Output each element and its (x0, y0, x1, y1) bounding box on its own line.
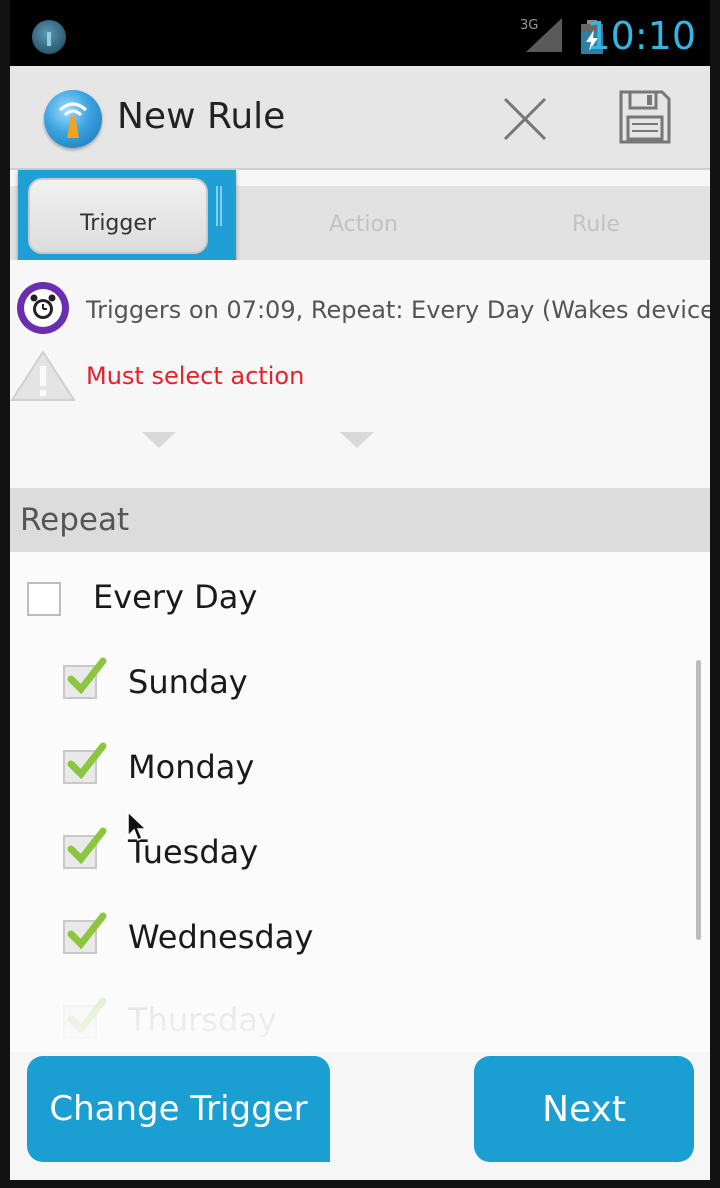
checkmark-icon (67, 742, 107, 780)
checkmark-icon (67, 997, 107, 1035)
wednesday-checkbox[interactable] (63, 912, 107, 954)
chevron-down-icon (340, 432, 374, 448)
cell-signal-icon: 3G (520, 18, 562, 52)
next-button[interactable]: Next (474, 1056, 694, 1162)
device-frame: 3G 10:10 New Rule Trigger Action Rule Tr… (0, 0, 720, 1188)
action-bar: New Rule (10, 66, 710, 170)
trigger-summary-text: Triggers on 07:09, Repeat: Every Day (Wa… (86, 296, 710, 324)
app-notification-icon (32, 20, 66, 54)
tab-rule[interactable]: Rule (572, 212, 620, 237)
list-item-thursday[interactable]: Thursday (10, 981, 700, 1061)
checkmark-icon (67, 912, 107, 950)
broadcast-tower-icon[interactable] (44, 90, 102, 148)
change-trigger-button[interactable]: Change Trigger (27, 1056, 330, 1162)
warning-text: Must select action (86, 362, 305, 390)
every-day-checkbox[interactable] (27, 582, 61, 616)
repeat-section-header: Repeat (10, 488, 710, 552)
page-title: New Rule (117, 96, 286, 137)
close-icon (503, 97, 547, 141)
list-item-monday[interactable]: Monday (10, 726, 700, 806)
app-screen: New Rule Trigger Action Rule Triggers on… (10, 66, 710, 1180)
monday-checkbox[interactable] (63, 742, 107, 784)
wednesday-label: Wednesday (128, 918, 314, 956)
scrollbar[interactable] (696, 660, 701, 940)
list-item-sunday[interactable]: Sunday (10, 641, 700, 721)
tuesday-checkbox[interactable] (63, 827, 107, 869)
checkmark-icon (67, 657, 107, 695)
list-item-every-day[interactable]: Every Day (10, 556, 700, 636)
floppy-disk-icon (619, 90, 671, 144)
svg-text:3G: 3G (520, 18, 538, 33)
section-title: Repeat (20, 502, 130, 538)
tab-trigger[interactable]: Trigger (28, 178, 208, 254)
tab-trigger-highlight: Trigger (18, 170, 236, 262)
save-button[interactable] (610, 84, 680, 150)
thursday-label: Thursday (128, 1001, 277, 1039)
status-clock: 10:10 (586, 14, 696, 58)
list-item-tuesday[interactable]: Tuesday (10, 811, 700, 891)
checkmark-icon (67, 827, 107, 865)
tab-bar: Trigger Action Rule (10, 170, 710, 262)
list-item-wednesday[interactable]: Wednesday (10, 896, 700, 976)
discard-button[interactable] (492, 88, 558, 150)
repeat-day-list: Every Day Sunday Monday Tuesday Wednesda… (10, 552, 710, 1052)
chevron-down-icon (142, 432, 176, 448)
every-day-label: Every Day (93, 578, 258, 616)
sunday-checkbox[interactable] (63, 657, 107, 699)
alarm-clock-icon (17, 282, 69, 334)
rule-summary: Triggers on 07:09, Repeat: Every Day (Wa… (10, 260, 710, 488)
sunday-label: Sunday (128, 663, 248, 701)
mouse-cursor-icon (127, 810, 148, 842)
warning-icon (10, 350, 76, 401)
tab-action[interactable]: Action (329, 212, 398, 237)
status-bar: 3G 10:10 (10, 0, 710, 66)
thursday-checkbox[interactable] (63, 997, 107, 1039)
monday-label: Monday (128, 748, 255, 786)
drag-handle-icon[interactable] (216, 186, 222, 226)
